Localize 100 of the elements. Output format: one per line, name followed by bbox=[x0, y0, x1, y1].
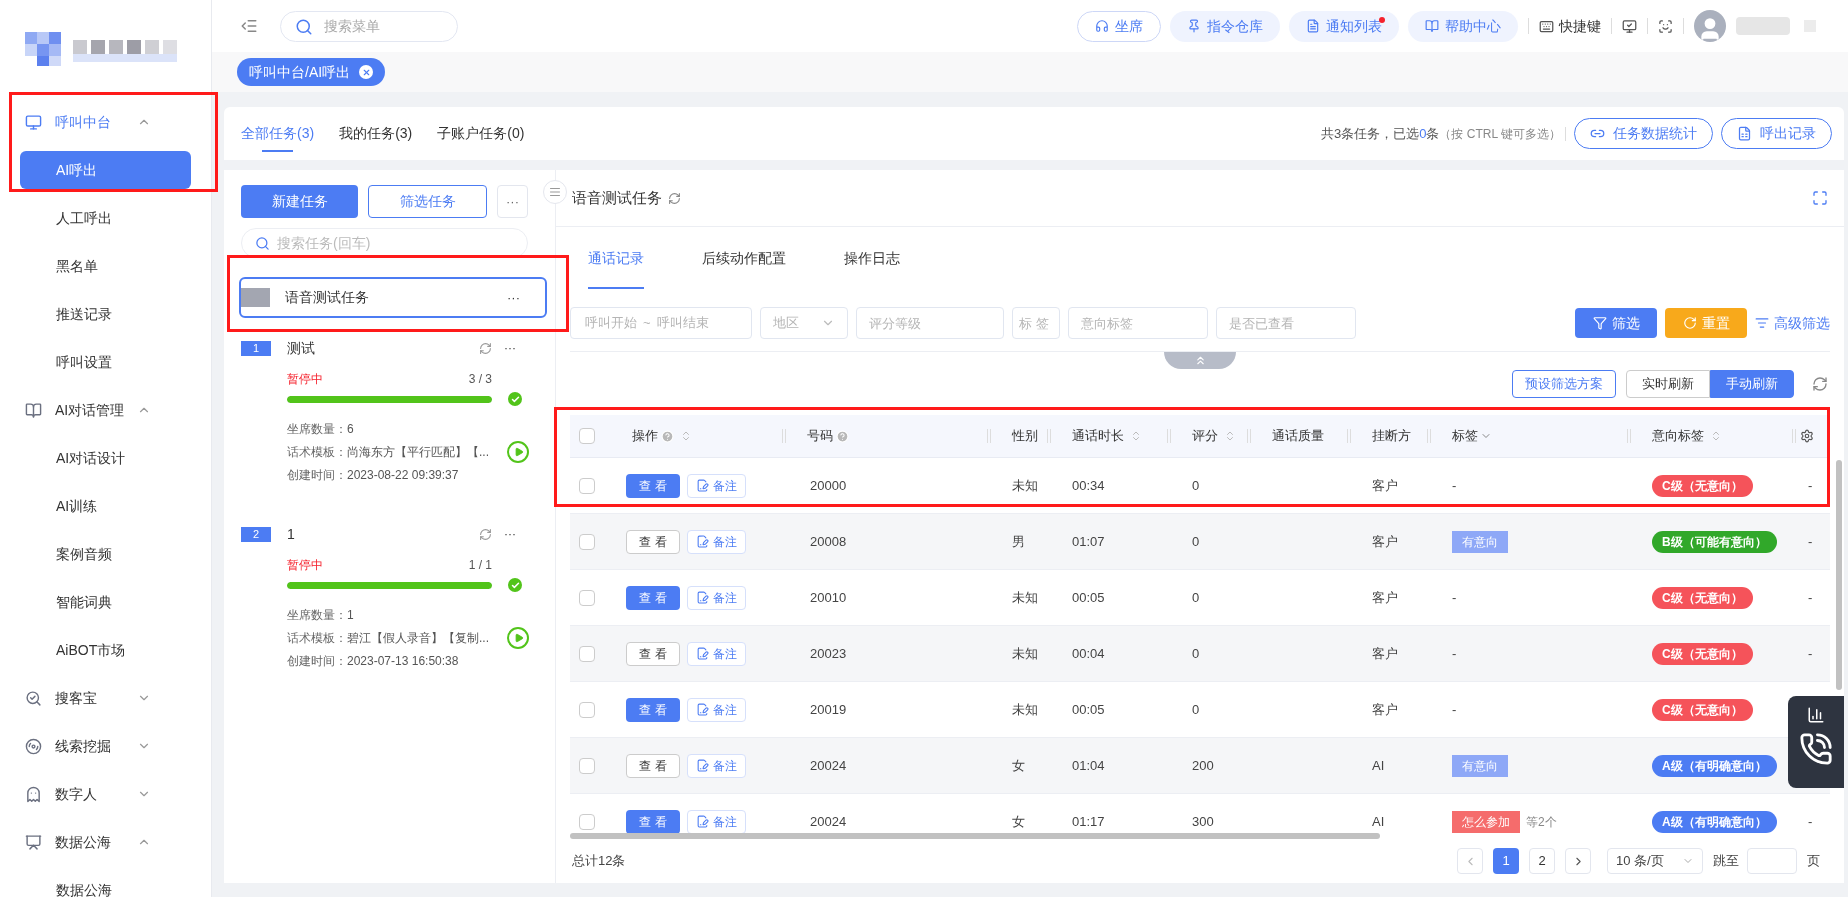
panel-toggle-icon[interactable] bbox=[543, 180, 567, 204]
play-icon[interactable] bbox=[507, 627, 529, 649]
column-header[interactable]: 操作 bbox=[632, 426, 692, 446]
phone-icon[interactable] bbox=[1799, 732, 1833, 766]
view-button[interactable]: 查 看 bbox=[626, 585, 680, 610]
more-button[interactable]: ··· bbox=[497, 185, 528, 218]
previous-page-button[interactable] bbox=[1457, 848, 1483, 874]
page-input[interactable] bbox=[1747, 848, 1797, 874]
page-button[interactable]: 2 bbox=[1529, 848, 1555, 874]
note-button[interactable]: 备注 bbox=[687, 473, 746, 498]
sidebar-group[interactable]: 数据公海 bbox=[0, 818, 211, 866]
monitor-icon[interactable] bbox=[1622, 18, 1637, 34]
checkbox[interactable] bbox=[579, 701, 595, 718]
close-icon[interactable] bbox=[359, 65, 374, 79]
sort-icon[interactable] bbox=[1130, 430, 1142, 442]
sidebar-item[interactable]: 智能词典 bbox=[20, 583, 191, 621]
filter-button[interactable]: 筛选 bbox=[1575, 308, 1657, 338]
refresh-icon[interactable] bbox=[668, 191, 681, 205]
view-button[interactable]: 查 看 bbox=[626, 753, 680, 778]
view-button[interactable]: 查 看 bbox=[626, 473, 680, 498]
column-header[interactable]: 通话时长 bbox=[1072, 426, 1142, 446]
scan-icon[interactable] bbox=[1658, 18, 1673, 34]
detail-tab[interactable]: 通话记录 bbox=[588, 229, 644, 289]
horizontal-scrollbar[interactable] bbox=[570, 833, 1380, 839]
view-button[interactable]: 查 看 bbox=[626, 697, 680, 722]
header-button[interactable]: 指令仓库 bbox=[1170, 10, 1280, 42]
bar-chart-icon[interactable] bbox=[1807, 706, 1825, 724]
more-button[interactable]: ··· bbox=[504, 339, 516, 357]
vertical-scrollbar[interactable] bbox=[1836, 460, 1842, 690]
header-button[interactable]: 通知列表 bbox=[1289, 10, 1399, 42]
refresh-icon[interactable] bbox=[479, 341, 492, 355]
sidebar-item[interactable]: 数据公海 bbox=[20, 871, 191, 897]
checkbox[interactable] bbox=[579, 645, 595, 662]
advanced-filter-link[interactable]: 高级筛选 bbox=[1755, 308, 1830, 338]
preset-filter-button[interactable]: 预设筛选方案 bbox=[1512, 370, 1616, 398]
task-tab[interactable]: 我的任务(3) bbox=[339, 107, 413, 160]
checkbox[interactable] bbox=[579, 477, 595, 494]
page-size-select[interactable]: 10 条/页 bbox=[1607, 848, 1703, 874]
detail-tab[interactable]: 操作日志 bbox=[844, 229, 900, 289]
refresh-icon[interactable] bbox=[479, 527, 492, 541]
sidebar-item[interactable]: 案例音频 bbox=[20, 535, 191, 573]
page-button[interactable]: 1 bbox=[1493, 848, 1519, 874]
checkbox[interactable] bbox=[579, 757, 595, 774]
checkbox[interactable] bbox=[579, 428, 595, 444]
note-button[interactable]: 备注 bbox=[687, 697, 746, 722]
avatar[interactable] bbox=[1694, 10, 1726, 42]
sort-icon[interactable] bbox=[1224, 430, 1236, 442]
sidebar-item[interactable]: AI对话设计 bbox=[20, 439, 191, 477]
filter-field[interactable]: 是否已查看 bbox=[1216, 307, 1356, 339]
sidebar-item[interactable]: AiBOT市场 bbox=[20, 631, 191, 669]
sidebar-group[interactable]: AI对话管理 bbox=[0, 386, 211, 434]
floating-widget[interactable] bbox=[1788, 696, 1844, 788]
refresh-mode-toggle[interactable]: 手动刷新 bbox=[1710, 370, 1794, 398]
column-header[interactable]: 意向标签 bbox=[1652, 426, 1722, 446]
search-field[interactable]: 搜索菜单 bbox=[280, 10, 458, 42]
more-button[interactable]: ··· bbox=[504, 525, 516, 543]
settings-icon[interactable] bbox=[1800, 429, 1814, 443]
shortcut-link[interactable]: 快捷键 bbox=[1539, 15, 1601, 37]
sort-icon[interactable] bbox=[680, 430, 692, 442]
refresh-mode-toggle[interactable]: 实时刷新 bbox=[1626, 370, 1710, 398]
checkbox[interactable] bbox=[579, 533, 595, 550]
sidebar-group[interactable]: 线索挖掘 bbox=[0, 722, 211, 770]
task-card[interactable]: 2 1 ··· 暂停中 1 / 1 坐席数量：1 话术模板：碧江【假人录音】【复制... 创建时间：2023-07-13 16:50:38 bbox=[241, 524, 538, 670]
task-tab[interactable]: 子账户任务(0) bbox=[437, 107, 525, 160]
tag-field[interactable]: 标 签 bbox=[1012, 307, 1060, 339]
column-header[interactable]: 挂断方 bbox=[1372, 426, 1411, 446]
menu-icon[interactable] bbox=[240, 17, 258, 35]
task-card[interactable]: 1 测试 ··· 暂停中 3 / 3 坐席数量：6 话术模板：尚海东方【平行匹配】【... 创建时间：2023-08-22 09:39:37 bbox=[241, 338, 538, 484]
column-header[interactable]: 通话质量 bbox=[1272, 426, 1324, 446]
detail-tab[interactable]: 后续动作配置 bbox=[702, 229, 786, 289]
sidebar-group[interactable]: 搜客宝 bbox=[0, 674, 211, 722]
sort-icon[interactable] bbox=[1710, 430, 1722, 442]
filter-field[interactable]: 意向标签 bbox=[1068, 307, 1208, 339]
note-button[interactable]: 备注 bbox=[687, 529, 746, 554]
column-header[interactable]: 标签 bbox=[1452, 426, 1492, 446]
sidebar-item[interactable]: AI训练 bbox=[20, 487, 191, 525]
fullscreen-icon[interactable] bbox=[1812, 190, 1828, 206]
view-button[interactable]: 查 看 bbox=[626, 641, 680, 666]
sidebar-item[interactable]: 人工呼出 bbox=[20, 199, 191, 237]
play-icon[interactable] bbox=[507, 441, 529, 463]
breadcrumb-tag[interactable]: 呼叫中台/AI呼出 bbox=[237, 58, 386, 86]
note-button[interactable]: 备注 bbox=[687, 809, 746, 834]
sidebar-item[interactable]: 黑名单 bbox=[20, 247, 191, 285]
filter-field[interactable]: 评分等级 bbox=[856, 307, 1004, 339]
sidebar-group[interactable]: 数字人 bbox=[0, 770, 211, 818]
view-button[interactable]: 查 看 bbox=[626, 809, 680, 834]
header-button[interactable]: 帮助中心 bbox=[1408, 10, 1518, 42]
checkbox[interactable] bbox=[579, 589, 595, 606]
refresh-icon[interactable] bbox=[1812, 376, 1828, 392]
column-header[interactable]: 性别 bbox=[1012, 426, 1038, 446]
sidebar-item[interactable]: 推送记录 bbox=[20, 295, 191, 333]
new-task-button[interactable]: 新建任务 bbox=[241, 185, 358, 218]
sidebar-group[interactable]: 呼叫中台 bbox=[0, 98, 211, 146]
header-button[interactable]: 坐席 bbox=[1077, 10, 1161, 42]
column-header[interactable]: 评分 bbox=[1192, 426, 1236, 446]
task-search-field[interactable]: 搜索任务(回车) bbox=[241, 228, 528, 258]
more-button[interactable]: ··· bbox=[507, 287, 520, 308]
column-header[interactable]: 号码 bbox=[807, 426, 849, 446]
view-button[interactable]: 查 看 bbox=[626, 529, 680, 554]
note-button[interactable]: 备注 bbox=[687, 585, 746, 610]
